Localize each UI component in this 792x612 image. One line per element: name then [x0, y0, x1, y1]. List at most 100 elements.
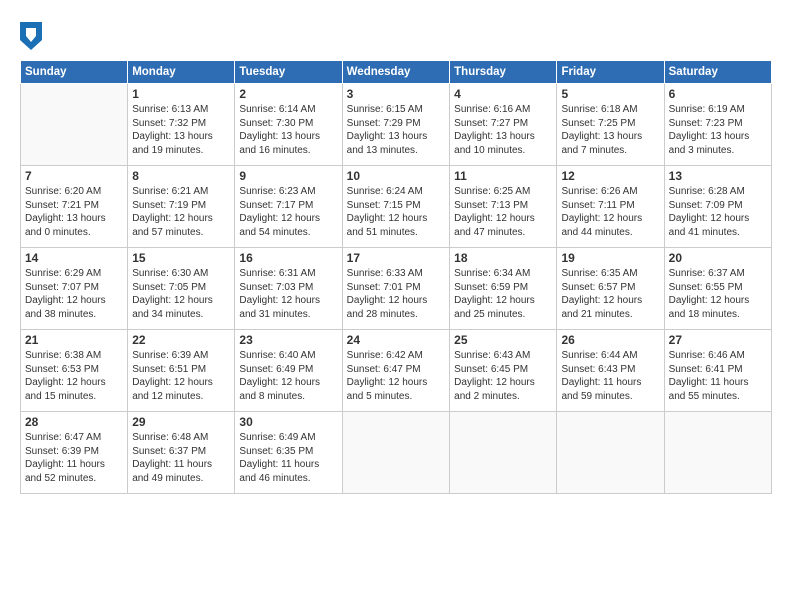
day-number: 4 [454, 87, 552, 101]
day-info: Sunrise: 6:40 AM Sunset: 6:49 PM Dayligh… [239, 349, 337, 403]
calendar-cell: 7 Sunrise: 6:20 AM Sunset: 7:21 PM Daylig… [21, 166, 128, 248]
header [20, 18, 772, 50]
day-number: 6 [669, 87, 767, 101]
day-info: Sunrise: 6:37 AM Sunset: 6:55 PM Dayligh… [669, 267, 767, 321]
calendar-cell [557, 412, 664, 494]
day-number: 15 [132, 251, 230, 265]
day-info: Sunrise: 6:20 AM Sunset: 7:21 PM Dayligh… [25, 185, 123, 239]
calendar-cell: 14 Sunrise: 6:29 AM Sunset: 7:07 PM Dayli… [21, 248, 128, 330]
calendar-header-sunday: Sunday [21, 61, 128, 84]
day-info: Sunrise: 6:31 AM Sunset: 7:03 PM Dayligh… [239, 267, 337, 321]
calendar-cell: 9 Sunrise: 6:23 AM Sunset: 7:17 PM Daylig… [235, 166, 342, 248]
day-info: Sunrise: 6:29 AM Sunset: 7:07 PM Dayligh… [25, 267, 123, 321]
day-info: Sunrise: 6:34 AM Sunset: 6:59 PM Dayligh… [454, 267, 552, 321]
calendar-cell [21, 84, 128, 166]
day-info: Sunrise: 6:35 AM Sunset: 6:57 PM Dayligh… [561, 267, 659, 321]
day-number: 3 [347, 87, 446, 101]
day-number: 20 [669, 251, 767, 265]
calendar-cell: 3 Sunrise: 6:15 AM Sunset: 7:29 PM Daylig… [342, 84, 450, 166]
day-info: Sunrise: 6:49 AM Sunset: 6:35 PM Dayligh… [239, 431, 337, 485]
logo-icon [20, 22, 42, 50]
calendar-cell: 2 Sunrise: 6:14 AM Sunset: 7:30 PM Daylig… [235, 84, 342, 166]
day-info: Sunrise: 6:33 AM Sunset: 7:01 PM Dayligh… [347, 267, 446, 321]
day-number: 9 [239, 169, 337, 183]
day-info: Sunrise: 6:19 AM Sunset: 7:23 PM Dayligh… [669, 103, 767, 157]
day-number: 1 [132, 87, 230, 101]
calendar-cell: 20 Sunrise: 6:37 AM Sunset: 6:55 PM Dayli… [664, 248, 771, 330]
day-number: 5 [561, 87, 659, 101]
calendar-cell: 16 Sunrise: 6:31 AM Sunset: 7:03 PM Dayli… [235, 248, 342, 330]
day-info: Sunrise: 6:47 AM Sunset: 6:39 PM Dayligh… [25, 431, 123, 485]
day-info: Sunrise: 6:42 AM Sunset: 6:47 PM Dayligh… [347, 349, 446, 403]
calendar-cell: 15 Sunrise: 6:30 AM Sunset: 7:05 PM Dayli… [128, 248, 235, 330]
calendar-week-5: 28 Sunrise: 6:47 AM Sunset: 6:39 PM Dayli… [21, 412, 772, 494]
calendar-cell: 12 Sunrise: 6:26 AM Sunset: 7:11 PM Dayli… [557, 166, 664, 248]
calendar-week-3: 14 Sunrise: 6:29 AM Sunset: 7:07 PM Dayli… [21, 248, 772, 330]
calendar-cell: 8 Sunrise: 6:21 AM Sunset: 7:19 PM Daylig… [128, 166, 235, 248]
day-number: 27 [669, 333, 767, 347]
calendar-cell: 30 Sunrise: 6:49 AM Sunset: 6:35 PM Dayli… [235, 412, 342, 494]
day-number: 16 [239, 251, 337, 265]
calendar-cell: 23Sunrise: 6:40 AM Sunset: 6:49 PM Dayli… [235, 330, 342, 412]
calendar-cell: 27 Sunrise: 6:46 AM Sunset: 6:41 PM Dayli… [664, 330, 771, 412]
day-info: Sunrise: 6:39 AM Sunset: 6:51 PM Dayligh… [132, 349, 230, 403]
calendar-cell: 5Sunrise: 6:18 AM Sunset: 7:25 PM Daylig… [557, 84, 664, 166]
calendar-cell: 13Sunrise: 6:28 AM Sunset: 7:09 PM Dayli… [664, 166, 771, 248]
day-info: Sunrise: 6:13 AM Sunset: 7:32 PM Dayligh… [132, 103, 230, 157]
calendar-cell: 10Sunrise: 6:24 AM Sunset: 7:15 PM Dayli… [342, 166, 450, 248]
day-info: Sunrise: 6:38 AM Sunset: 6:53 PM Dayligh… [25, 349, 123, 403]
day-number: 21 [25, 333, 123, 347]
day-number: 19 [561, 251, 659, 265]
calendar-week-2: 7 Sunrise: 6:20 AM Sunset: 7:21 PM Daylig… [21, 166, 772, 248]
calendar-cell: 24Sunrise: 6:42 AM Sunset: 6:47 PM Dayli… [342, 330, 450, 412]
day-info: Sunrise: 6:28 AM Sunset: 7:09 PM Dayligh… [669, 185, 767, 239]
day-number: 29 [132, 415, 230, 429]
calendar-cell: 1 Sunrise: 6:13 AM Sunset: 7:32 PM Daylig… [128, 84, 235, 166]
day-info: Sunrise: 6:46 AM Sunset: 6:41 PM Dayligh… [669, 349, 767, 403]
calendar-cell [342, 412, 450, 494]
page: SundayMondayTuesdayWednesdayThursdayFrid… [0, 0, 792, 612]
calendar-cell: 11 Sunrise: 6:25 AM Sunset: 7:13 PM Dayli… [450, 166, 557, 248]
calendar-header-row: SundayMondayTuesdayWednesdayThursdayFrid… [21, 61, 772, 84]
day-info: Sunrise: 6:14 AM Sunset: 7:30 PM Dayligh… [239, 103, 337, 157]
calendar-cell: 6 Sunrise: 6:19 AM Sunset: 7:23 PM Daylig… [664, 84, 771, 166]
day-info: Sunrise: 6:25 AM Sunset: 7:13 PM Dayligh… [454, 185, 552, 239]
day-number: 14 [25, 251, 123, 265]
logo [20, 22, 46, 50]
day-number: 17 [347, 251, 446, 265]
day-number: 25 [454, 333, 552, 347]
day-info: Sunrise: 6:26 AM Sunset: 7:11 PM Dayligh… [561, 185, 659, 239]
day-number: 30 [239, 415, 337, 429]
day-info: Sunrise: 6:48 AM Sunset: 6:37 PM Dayligh… [132, 431, 230, 485]
calendar-cell: 25 Sunrise: 6:43 AM Sunset: 6:45 PM Dayli… [450, 330, 557, 412]
day-number: 12 [561, 169, 659, 183]
day-number: 26 [561, 333, 659, 347]
calendar-cell: 18 Sunrise: 6:34 AM Sunset: 6:59 PM Dayli… [450, 248, 557, 330]
day-info: Sunrise: 6:16 AM Sunset: 7:27 PM Dayligh… [454, 103, 552, 157]
calendar-header-tuesday: Tuesday [235, 61, 342, 84]
day-number: 11 [454, 169, 552, 183]
calendar-week-1: 1 Sunrise: 6:13 AM Sunset: 7:32 PM Daylig… [21, 84, 772, 166]
day-info: Sunrise: 6:30 AM Sunset: 7:05 PM Dayligh… [132, 267, 230, 321]
day-info: Sunrise: 6:21 AM Sunset: 7:19 PM Dayligh… [132, 185, 230, 239]
calendar-cell: 29 Sunrise: 6:48 AM Sunset: 6:37 PM Dayli… [128, 412, 235, 494]
calendar-cell: 22 Sunrise: 6:39 AM Sunset: 6:51 PM Dayli… [128, 330, 235, 412]
day-number: 8 [132, 169, 230, 183]
day-number: 7 [25, 169, 123, 183]
calendar-cell: 28 Sunrise: 6:47 AM Sunset: 6:39 PM Dayli… [21, 412, 128, 494]
day-info: Sunrise: 6:44 AM Sunset: 6:43 PM Dayligh… [561, 349, 659, 403]
day-number: 18 [454, 251, 552, 265]
day-number: 2 [239, 87, 337, 101]
day-info: Sunrise: 6:43 AM Sunset: 6:45 PM Dayligh… [454, 349, 552, 403]
calendar-cell: 26 Sunrise: 6:44 AM Sunset: 6:43 PM Dayli… [557, 330, 664, 412]
day-number: 28 [25, 415, 123, 429]
calendar-header-thursday: Thursday [450, 61, 557, 84]
calendar-week-4: 21 Sunrise: 6:38 AM Sunset: 6:53 PM Dayli… [21, 330, 772, 412]
calendar-cell: 17 Sunrise: 6:33 AM Sunset: 7:01 PM Dayli… [342, 248, 450, 330]
day-info: Sunrise: 6:15 AM Sunset: 7:29 PM Dayligh… [347, 103, 446, 157]
calendar-cell: 4 Sunrise: 6:16 AM Sunset: 7:27 PM Daylig… [450, 84, 557, 166]
day-number: 22 [132, 333, 230, 347]
calendar-header-monday: Monday [128, 61, 235, 84]
calendar-header-friday: Friday [557, 61, 664, 84]
day-info: Sunrise: 6:23 AM Sunset: 7:17 PM Dayligh… [239, 185, 337, 239]
